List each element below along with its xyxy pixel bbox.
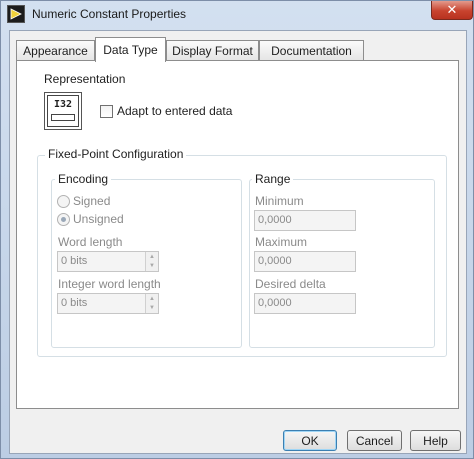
desired-delta-field[interactable]: 0,0000 — [254, 293, 356, 314]
cancel-button[interactable]: Cancel — [347, 430, 402, 451]
spin-down-icon[interactable]: ▼ — [146, 261, 158, 270]
ok-button[interactable]: OK — [283, 430, 337, 451]
encoding-title: Encoding — [55, 172, 112, 186]
range-title: Range — [252, 172, 294, 186]
labview-app-icon — [7, 5, 25, 23]
representation-bar-icon — [51, 114, 75, 121]
integer-word-length-stepper[interactable]: 0 bits ▲ ▼ — [57, 293, 159, 314]
help-button[interactable]: Help — [410, 430, 461, 451]
title-bar[interactable]: Numeric Constant Properties ✕ — [1, 1, 473, 28]
tab-appearance[interactable]: Appearance — [16, 40, 95, 61]
close-icon: ✕ — [446, 2, 458, 17]
word-length-stepper[interactable]: 0 bits ▲ ▼ — [57, 251, 159, 272]
dialog-client-area: Appearance Data Type Display Format Docu… — [9, 30, 467, 454]
minimum-label: Minimum — [255, 194, 304, 208]
integer-word-length-spinner[interactable]: ▲ ▼ — [145, 294, 158, 313]
tab-documentation[interactable]: Documentation — [259, 40, 364, 61]
fixed-point-config-title: Fixed-Point Configuration — [45, 147, 187, 161]
unsigned-label: Unsigned — [73, 212, 124, 226]
unsigned-radio[interactable] — [57, 213, 70, 226]
window-title: Numeric Constant Properties — [32, 7, 187, 21]
minimum-value: 0,0000 — [258, 214, 292, 226]
spin-up-icon[interactable]: ▲ — [146, 252, 158, 261]
desired-delta-value: 0,0000 — [258, 297, 292, 309]
adapt-to-entered-data-label: Adapt to entered data — [117, 104, 233, 118]
representation-label: Representation — [44, 72, 126, 86]
representation-type-text: I32 — [53, 99, 73, 110]
data-type-tab-page: Representation I32 Adapt to entered data… — [16, 60, 459, 409]
word-length-value: 0 bits — [61, 255, 88, 267]
adapt-to-entered-data-checkbox[interactable] — [100, 105, 113, 118]
tab-data-type[interactable]: Data Type — [95, 37, 166, 62]
minimum-field[interactable]: 0,0000 — [254, 210, 356, 231]
signed-label: Signed — [73, 194, 111, 208]
desired-delta-label: Desired delta — [255, 277, 326, 291]
maximum-label: Maximum — [255, 235, 308, 249]
dialog-window: Numeric Constant Properties ✕ Appearance… — [0, 0, 474, 459]
representation-selector[interactable]: I32 — [44, 92, 82, 130]
close-button[interactable]: ✕ — [431, 1, 473, 20]
integer-word-length-value: 0 bits — [61, 297, 88, 309]
spin-down-icon[interactable]: ▼ — [146, 303, 158, 312]
integer-word-length-label: Integer word length — [58, 277, 161, 291]
signed-radio[interactable] — [57, 195, 70, 208]
word-length-label: Word length — [58, 235, 123, 249]
maximum-value: 0,0000 — [258, 255, 292, 267]
maximum-field[interactable]: 0,0000 — [254, 251, 356, 272]
spin-up-icon[interactable]: ▲ — [146, 294, 158, 303]
word-length-spinner[interactable]: ▲ ▼ — [145, 252, 158, 271]
tab-display-format[interactable]: Display Format — [166, 40, 259, 61]
